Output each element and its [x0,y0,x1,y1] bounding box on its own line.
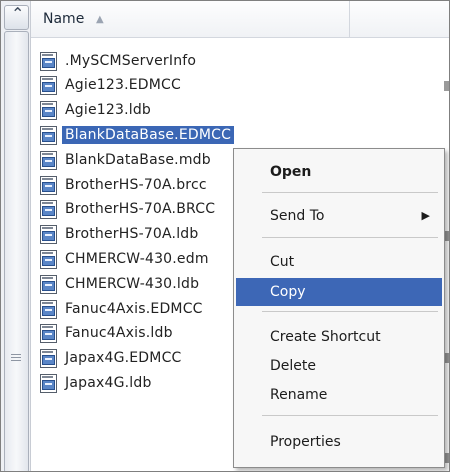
truncated-column-mark [444,81,449,91]
menu-item-label: Cut [270,254,295,270]
menu-item-label: Rename [270,387,328,403]
menu-item-copy[interactable]: Copy [236,278,442,306]
submenu-arrow-icon: ▶ [421,209,430,222]
database-file-icon [39,76,58,96]
list-item-selected[interactable]: BlankDataBase.EDMCC [39,122,235,147]
file-name: .MySCMServerInfo [65,52,197,69]
list-item[interactable]: BlankDataBase.mdb [39,147,211,172]
database-file-icon [39,175,58,195]
file-name: BrotherHS-70A.BRCC [65,201,216,218]
list-item[interactable]: Fanuc4Axis.ldb [39,321,173,346]
list-item[interactable]: CHMERCW-430.edm [39,246,209,271]
file-name: Agie123.EDMCC [65,77,181,94]
menu-separator [262,237,438,238]
list-item[interactable]: BrotherHS-70A.BRCC [39,197,215,222]
menu-item-label: Send To [270,208,325,224]
next-column-header[interactable] [351,1,449,37]
context-menu: Open Send To ▶ Cut Copy Create Shortcut … [233,148,445,468]
menu-item-cut[interactable]: Cut [236,248,442,276]
menu-item-label: Delete [270,358,316,374]
list-item[interactable]: Agie123.EDMCC [39,73,181,98]
database-file-icon [39,299,58,319]
menu-item-label: Open [270,164,312,180]
database-file-icon [39,51,58,71]
database-file-icon [39,101,58,121]
database-file-icon [39,324,58,344]
file-name: Fanuc4Axis.EDMCC [65,300,203,317]
database-file-icon [39,125,58,145]
file-name: Japax4G.ldb [65,374,152,391]
file-name: Japax4G.EDMCC [65,350,182,367]
list-item[interactable]: Japax4G.EDMCC [39,346,182,371]
database-file-icon [39,200,58,220]
list-item[interactable]: .MySCMServerInfo [39,48,196,73]
vertical-scrollbar[interactable]: ⌃ [1,1,31,471]
file-name: Fanuc4Axis.ldb [65,325,173,342]
column-header: Name ▲ [31,1,449,38]
grip-icon [11,354,21,363]
list-item[interactable]: Japax4G.ldb [39,370,152,395]
menu-item-delete[interactable]: Delete [236,352,442,380]
scroll-thumb[interactable] [4,31,29,471]
menu-separator [262,311,438,312]
list-item[interactable]: CHMERCW-430.ldb [39,271,199,296]
menu-separator [262,415,438,416]
database-file-icon [39,274,58,294]
menu-item-label: Properties [270,434,341,450]
chevron-up-icon: ⌃ [11,4,25,23]
file-name: BrotherHS-70A.brcc [65,176,207,193]
menu-item-create-shortcut[interactable]: Create Shortcut [236,323,442,351]
menu-item-label: Copy [270,284,306,300]
list-item[interactable]: Fanuc4Axis.EDMCC [39,296,203,321]
scroll-up-button[interactable]: ⌃ [4,4,29,30]
sort-ascending-icon: ▲ [96,14,104,25]
menu-item-send-to[interactable]: Send To ▶ [236,202,442,230]
menu-item-rename[interactable]: Rename [236,381,442,409]
database-file-icon [39,249,58,269]
file-name: BlankDataBase.mdb [65,151,211,168]
file-name: BlankDataBase.EDMCC [62,125,235,144]
menu-item-open[interactable]: Open [236,158,442,186]
database-file-icon [39,349,58,369]
name-column-label: Name [43,11,85,27]
list-item[interactable]: BrotherHS-70A.brcc [39,172,207,197]
file-list-window: ⌃ Name ▲ .MySCMServerInfo Agie123.EDMCC Ag… [0,0,450,472]
file-name: CHMERCW-430.edm [65,250,209,267]
database-file-icon [39,373,58,393]
list-item[interactable]: BrotherHS-70A.ldb [39,222,198,247]
file-name: Agie123.ldb [65,102,152,119]
database-file-icon [39,150,58,170]
database-file-icon [39,225,58,245]
menu-item-properties[interactable]: Properties [236,428,442,456]
file-name: BrotherHS-70A.ldb [65,226,199,243]
list-item[interactable]: Agie123.ldb [39,98,151,123]
file-name: CHMERCW-430.ldb [65,275,200,292]
name-column-header[interactable]: Name ▲ [31,1,350,37]
menu-separator [262,192,438,193]
menu-item-label: Create Shortcut [270,329,381,345]
